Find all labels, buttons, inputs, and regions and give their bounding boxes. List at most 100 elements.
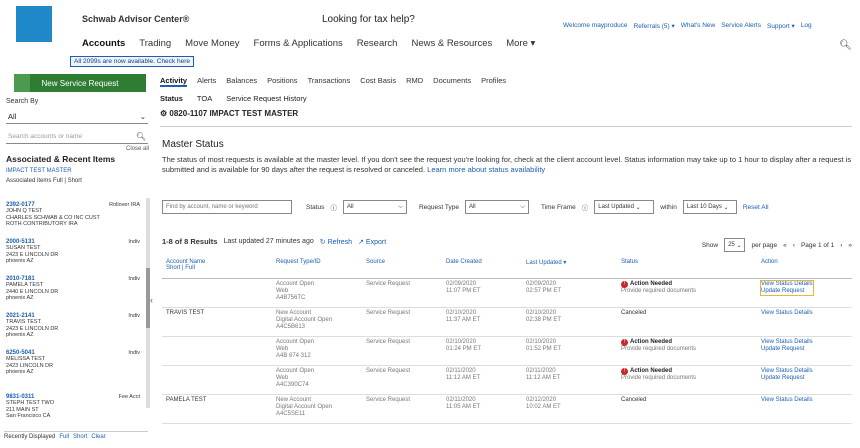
tab-rmd[interactable]: RMD [406,76,423,87]
account-number[interactable]: 2392-0177 [6,202,35,208]
nav-research[interactable]: Research [357,38,398,49]
logout-link[interactable]: Log [801,22,812,30]
nav-accounts[interactable]: Accounts [82,38,125,49]
clear-link[interactable]: Clear [91,434,105,440]
last-page-icon[interactable]: » [848,242,852,249]
view-status-link[interactable]: View Status Details [761,310,813,317]
timeframe-select[interactable]: Last Updated ⌄ [594,200,655,214]
account-line: MELISSA TEST [6,356,46,363]
col-date-created[interactable]: Date Created [442,256,522,279]
tab-profiles[interactable]: Profiles [481,76,506,87]
view-status-link[interactable]: View Status Details Update Request [761,339,813,353]
cell-updated: 02/11/2020 11:12 AM ET [522,365,617,395]
refresh-button[interactable]: ↻ Refresh [320,238,352,246]
tab-history[interactable]: Service Request History [226,94,306,103]
tab-toa[interactable]: TOA [197,94,212,103]
account-number[interactable]: 6250-5041 [6,350,35,356]
view-status-link[interactable]: View Status Details Update Request [761,368,813,382]
col-action[interactable]: Action [757,256,852,279]
sidebar-account[interactable]: 9831-0311 Fee Acct STEPH TEST TWO 211 MAI… [6,394,140,419]
sidebar-account[interactable]: 2010-7181 Indiv PAMELA TEST 2440 E LINCOL… [6,276,140,301]
tab-activity[interactable]: Activity [160,76,188,87]
col-last-updated[interactable]: Last Updated ▾ [522,256,617,279]
cell-action: View Status Details Update Request [757,278,852,308]
chevron-down-icon: ⌵ [520,203,525,210]
cell-account: PAMELA TEST [162,394,272,424]
reset-all-link[interactable]: Reset All [743,204,769,211]
export-button[interactable]: ↗ Export [358,238,386,246]
tab-transactions[interactable]: Transactions [308,76,351,87]
tab-positions[interactable]: Positions [267,76,297,87]
status-text: Action Needed [630,338,673,345]
view-status-link[interactable]: View Status Details Update Request [760,279,814,296]
cell-status: ! Action Needed Provide required documents [617,336,757,366]
account-line: 2423 E LINCOLN DR [6,325,59,332]
account-line: 211 MAIN ST [6,406,39,413]
info-icon[interactable]: ⓘ [582,202,589,212]
cell-status: Canceled [617,394,757,424]
cell-status: ! Action Needed Provide required documents [617,365,757,395]
whats-new-link[interactable]: What's New [681,22,715,30]
tab-status[interactable]: Status [160,94,183,103]
nav-news[interactable]: News & Resources [411,38,492,49]
sidebar-account[interactable]: 6250-5041 Indiv MELISSA TEST 2423 LINCOLN… [6,350,140,375]
sidebar-account[interactable]: 2021-2141 Indiv TRAVIS TEST 2423 E LINCOL… [6,313,140,338]
referrals-menu[interactable]: Referrals (5) ▾ [634,22,675,30]
search-icon[interactable]: 🔍︎ [136,132,146,141]
status-select[interactable]: All ⌵ [342,200,407,214]
tab-documents[interactable]: Documents [433,76,471,87]
tab-balances[interactable]: Balances [226,76,257,87]
close-all-link[interactable]: Close all [126,146,149,152]
account-header-text: 0820-1107 IMPACT TEST MASTER [169,109,299,118]
per-page-select[interactable]: 25 ⌄ [724,238,746,252]
reqtype-select[interactable]: All ⌵ [464,200,529,214]
account-number[interactable]: 2021-2141 [6,313,35,319]
view-status-link[interactable]: View Status Details [761,397,813,404]
col-status[interactable]: Status [617,256,757,279]
search-by-value: All [8,112,17,121]
page-indicator: Page 1 of 1 [800,241,835,249]
sidebar-search-input[interactable]: Search accounts or name 🔍︎ [6,130,148,144]
short-link[interactable]: Short [73,434,87,440]
account-number[interactable]: 9831-0311 [6,394,34,400]
tab-cost-basis[interactable]: Cost Basis [360,76,396,87]
timeframe-label: Time Frame [540,203,576,211]
sidebar-account[interactable]: 2000-5131 Indiv SUSAN TEST 2423 E LINCOLN… [6,239,140,264]
account-number[interactable]: 2000-5131 [6,239,35,245]
main-nav: Accounts Trading Move Money Forms & Appl… [82,38,535,49]
account-number[interactable]: 2010-7181 [6,276,35,282]
nav-trading[interactable]: Trading [139,38,171,49]
prev-page-icon[interactable]: ‹ [793,242,795,249]
assoc-items-toggle[interactable]: Associated items Full | Short [6,178,82,184]
new-service-request-button[interactable]: New Service Request [14,74,146,92]
tab-alerts[interactable]: Alerts [197,76,216,87]
info-icon[interactable]: ⓘ [330,202,337,212]
welcome-menu[interactable]: Welcome mayproduce [563,22,628,30]
support-menu[interactable]: Support ▾ [767,22,795,30]
notice-banner[interactable]: All 2099s are now available. Check here [70,56,194,67]
account-line: phoenix AZ [6,294,34,301]
status-text: Canceled [621,309,647,316]
learn-more-link[interactable]: Learn more about status availability [427,165,545,174]
gear-icon[interactable]: ⚙ [160,109,167,118]
col-account-name[interactable]: Account Name Short | Full [162,256,272,279]
within-select[interactable]: Last 10 Days ⌄ [682,200,737,214]
impact-account-link[interactable]: IMPACT TEST MASTER [6,168,72,174]
sidebar-account[interactable]: 2392-0177 Rollover IRA JOHN Q TEST CHARLE… [6,202,140,227]
next-page-icon[interactable]: › [840,242,842,249]
search-icon[interactable]: 🔍︎ [839,40,852,51]
nav-forms[interactable]: Forms & Applications [254,38,343,49]
collapse-sidebar-icon[interactable]: ‹ [150,295,153,305]
divider [160,126,852,127]
col-request-type[interactable]: Request Type/ID [272,256,362,279]
nav-more[interactable]: More ▾ [506,38,535,49]
reqtype-label: Request Type [418,203,459,211]
full-link[interactable]: Full [59,434,69,440]
service-alerts-link[interactable]: Service Alerts [721,22,761,30]
tax-help-link[interactable]: Looking for tax help? [322,14,415,25]
nav-move-money[interactable]: Move Money [185,38,239,49]
keyword-input[interactable]: Find by account, name or keyword [162,200,292,214]
col-source[interactable]: Source [362,256,442,279]
search-by-select[interactable]: All ⌄ [6,110,148,124]
first-page-icon[interactable]: « [783,242,787,249]
